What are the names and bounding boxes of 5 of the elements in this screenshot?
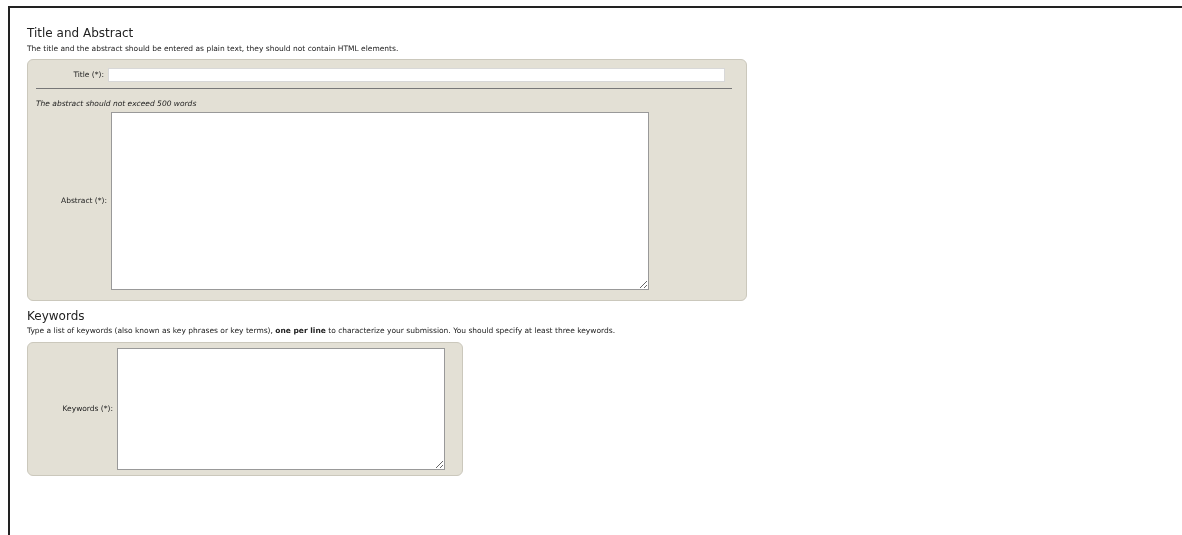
keywords-text-area[interactable] [117,348,445,470]
abstract-text-area[interactable] [111,112,649,290]
title-input-field[interactable] [108,68,725,82]
section-heading: Title and Abstract [27,25,134,41]
section-heading: Keywords [27,308,85,324]
